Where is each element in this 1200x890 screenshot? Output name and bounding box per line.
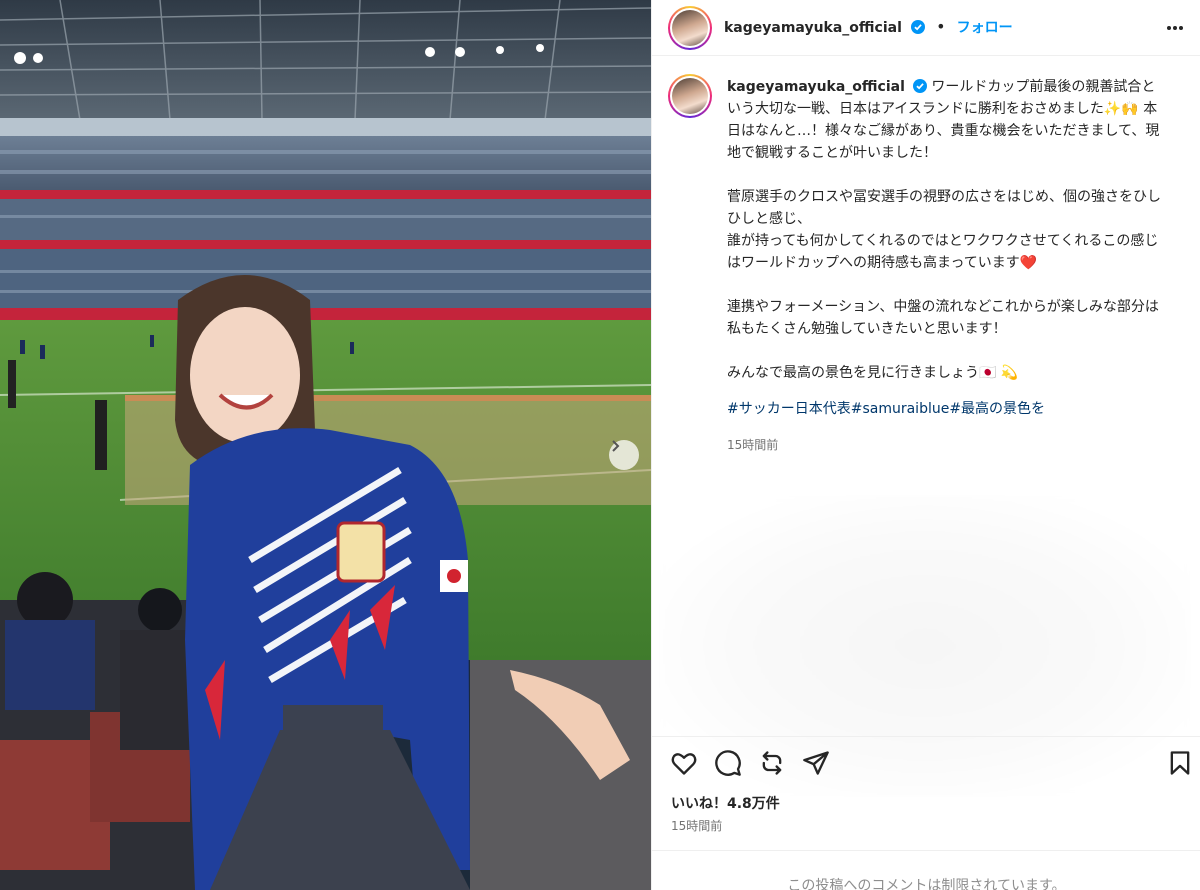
next-image-button[interactable] [609, 440, 639, 470]
repost-icon[interactable] [758, 749, 786, 777]
comments-restricted-notice: この投稿へのコメントは制限されています。 [652, 850, 1200, 890]
caption-timestamp: 15時間前 [727, 438, 779, 452]
caption-paragraph-2: 菅原選手のクロスや冨安選手の視野の広さをはじめ、個の強さをひしひしと感じ、 誰が… [727, 189, 1161, 271]
caption-paragraph-3: 連携やフォーメーション、中盤の流れなどこれからが楽しみな部分は私もたくさん勉強し… [727, 299, 1159, 337]
action-bar [652, 736, 1200, 788]
separator-dot: • [936, 17, 946, 36]
hashtags-link[interactable]: #サッカー日本代表#samuraiblue#最高の景色を [727, 398, 1167, 420]
share-icon[interactable] [802, 749, 830, 777]
heart-icon[interactable] [670, 749, 698, 777]
bookmark-icon[interactable] [1166, 749, 1194, 777]
header-user-row: kageyamayuka_official • フォロー [724, 17, 1013, 37]
caption-area: kageyamayuka_official ワールドカップ前最後の親善試合という… [652, 56, 1200, 796]
caption-paragraph-4: みんなで最高の景色を見に行きましょう🇯🇵 💫 [727, 365, 1019, 381]
likes-count[interactable]: いいね！4.8万件 [671, 793, 780, 813]
author-avatar[interactable] [668, 6, 712, 50]
follow-button[interactable]: フォロー [957, 20, 1013, 36]
post-header: kageyamayuka_official • フォロー [652, 0, 1200, 56]
comment-icon[interactable] [714, 749, 742, 777]
verified-badge-icon [910, 20, 925, 34]
caption-paragraph-1: kageyamayuka_official ワールドカップ前最後の親善試合という… [727, 76, 1167, 164]
header-username[interactable]: kageyamayuka_official [724, 20, 902, 36]
caption-author-avatar[interactable] [668, 74, 712, 118]
post-timestamp: 15時間前 [671, 819, 723, 833]
more-options-icon[interactable] [1165, 18, 1185, 38]
verified-badge-icon [912, 79, 927, 93]
caption-username[interactable]: kageyamayuka_official [727, 79, 905, 95]
post-details-panel: kageyamayuka_official • フォロー kageyamayuk… [651, 0, 1200, 890]
post-photo[interactable] [0, 0, 651, 890]
caption: kageyamayuka_official ワールドカップ前最後の親善試合という… [727, 76, 1167, 456]
chevron-right-icon [612, 440, 620, 452]
stadium-photo-illustration [0, 0, 651, 890]
